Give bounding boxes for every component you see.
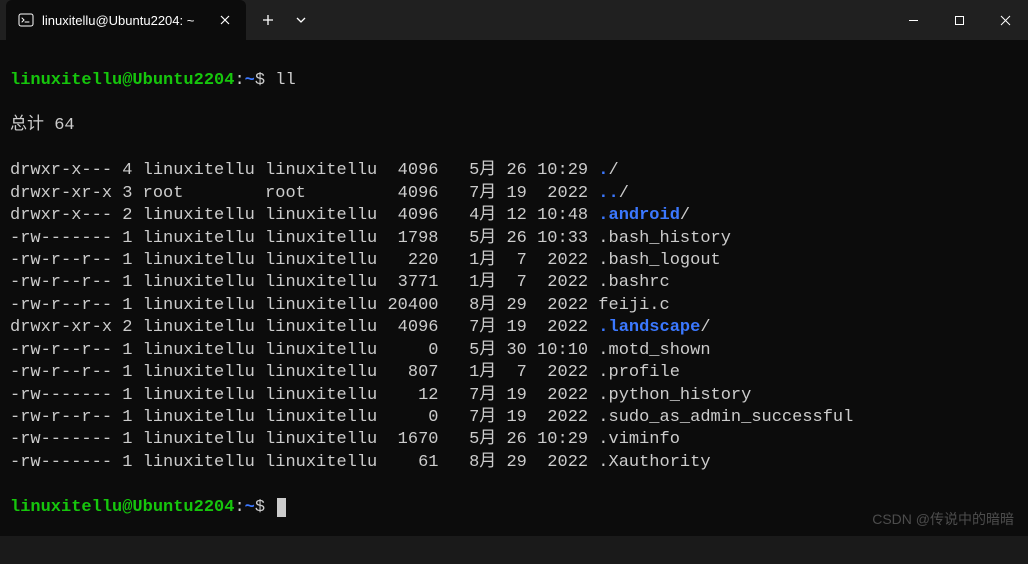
prompt-userhost: linuxitellu@Ubuntu2204 (10, 71, 234, 90)
maximize-button[interactable] (936, 0, 982, 40)
list-row: -rw------- 1 linuxitellu linuxitellu 61 … (10, 452, 1018, 474)
file-name: .Xauthority (598, 453, 710, 472)
list-row: drwxr-xr-x 2 linuxitellu linuxitellu 409… (10, 317, 1018, 339)
file-name: feiji.c (598, 296, 669, 315)
file-name: .sudo_as_admin_successful (598, 408, 853, 427)
prompt-line-1: linuxitellu@Ubuntu2204:~$ ll (10, 70, 1018, 92)
cursor (277, 498, 286, 517)
prompt-line-2: linuxitellu@Ubuntu2204:~$ (10, 497, 1018, 519)
list-row: drwxr-x--- 2 linuxitellu linuxitellu 409… (10, 205, 1018, 227)
list-row: drwxr-xr-x 3 root root 4096 7月 19 2022 .… (10, 183, 1018, 205)
list-row: drwxr-x--- 4 linuxitellu linuxitellu 409… (10, 160, 1018, 182)
list-row: -rw-r--r-- 1 linuxitellu linuxitellu 807… (10, 362, 1018, 384)
list-row: -rw-r--r-- 1 linuxitellu linuxitellu 0 7… (10, 407, 1018, 429)
file-name: .bash_logout (598, 251, 720, 270)
file-name: .bash_history (598, 229, 731, 248)
file-name: .bashrc (598, 273, 669, 292)
file-name: .landscape (598, 318, 700, 337)
prompt-path: ~ (245, 71, 255, 90)
file-name: .motd_shown (598, 341, 710, 360)
list-row: -rw------- 1 linuxitellu linuxitellu 167… (10, 429, 1018, 451)
file-name: .profile (598, 363, 680, 382)
list-row: -rw-r--r-- 1 linuxitellu linuxitellu 204… (10, 295, 1018, 317)
file-name: . (598, 161, 608, 180)
tab-title: linuxitellu@Ubuntu2204: ~ (42, 13, 208, 28)
close-button[interactable] (982, 0, 1028, 40)
list-row: -rw-r--r-- 1 linuxitellu linuxitellu 0 5… (10, 340, 1018, 362)
list-row: -rw-r--r-- 1 linuxitellu linuxitellu 377… (10, 272, 1018, 294)
tab-dropdown-button[interactable] (286, 4, 316, 36)
tab-active[interactable]: linuxitellu@Ubuntu2204: ~ (6, 0, 246, 40)
new-tab-button[interactable] (250, 4, 286, 36)
total-line: 总计 64 (10, 115, 1018, 137)
file-name: .. (598, 184, 618, 203)
file-name: .android (598, 206, 680, 225)
titlebar: linuxitellu@Ubuntu2204: ~ (0, 0, 1028, 40)
window-controls (890, 0, 1028, 40)
list-row: -rw-r--r-- 1 linuxitellu linuxitellu 220… (10, 250, 1018, 272)
file-name: .python_history (598, 386, 751, 405)
tab-close-button[interactable] (216, 11, 234, 29)
list-row: -rw------- 1 linuxitellu linuxitellu 179… (10, 228, 1018, 250)
file-name: .viminfo (598, 430, 680, 449)
terminal-icon (18, 12, 34, 28)
watermark: CSDN @传说中的暗暗 (872, 510, 1014, 528)
list-row: -rw------- 1 linuxitellu linuxitellu 12 … (10, 385, 1018, 407)
typed-command: ll (275, 71, 295, 90)
terminal-body[interactable]: linuxitellu@Ubuntu2204:~$ ll 总计 64 drwxr… (0, 40, 1028, 536)
file-listing: drwxr-x--- 4 linuxitellu linuxitellu 409… (10, 160, 1018, 474)
minimize-button[interactable] (890, 0, 936, 40)
